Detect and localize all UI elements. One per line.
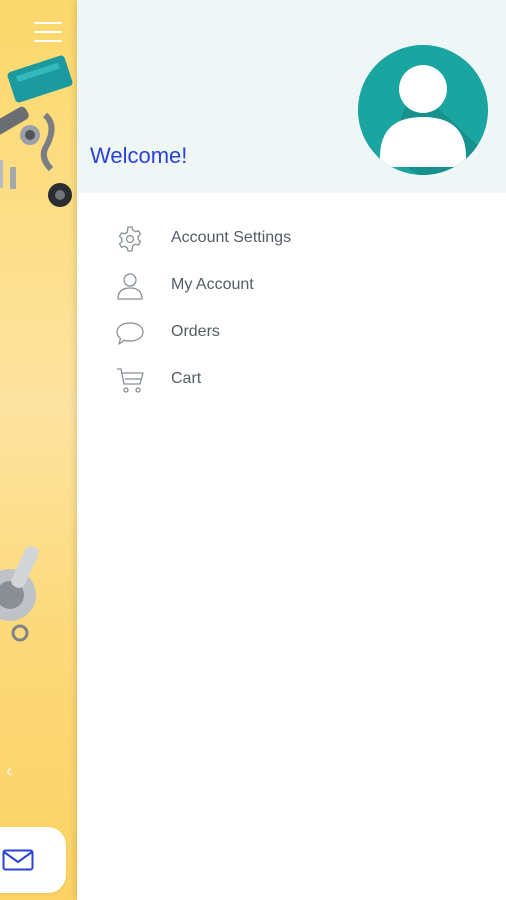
background-app: ‹ xyxy=(0,0,77,900)
menu-item-cart[interactable]: Cart xyxy=(77,356,506,403)
engine-part-image xyxy=(0,546,39,642)
menu-icon[interactable] xyxy=(34,20,62,44)
navigation-drawer: Welcome! Account Settings My Account Ord… xyxy=(77,0,506,900)
drawer-menu: Account Settings My Account Orders Cart xyxy=(77,215,506,403)
contact-tab[interactable] xyxy=(0,827,66,893)
menu-item-orders[interactable]: Orders xyxy=(77,309,506,356)
user-avatar-icon xyxy=(358,45,488,175)
welcome-text: Welcome! xyxy=(90,143,188,168)
menu-item-label: My Account xyxy=(171,276,254,293)
avatar[interactable] xyxy=(358,45,488,175)
menu-item-label: Account Settings xyxy=(171,229,292,246)
chat-bubble-icon xyxy=(116,322,144,345)
user-icon xyxy=(117,273,143,300)
menu-item-my-account[interactable]: My Account xyxy=(77,262,506,309)
cart-icon xyxy=(117,368,144,393)
menu-item-account-settings[interactable]: Account Settings xyxy=(77,215,506,262)
mail-icon xyxy=(2,849,34,871)
drawer-header: Welcome! xyxy=(77,0,506,193)
auto-parts-image xyxy=(0,55,73,207)
menu-item-label: Orders xyxy=(171,323,220,340)
menu-item-label: Cart xyxy=(171,370,202,387)
gear-icon xyxy=(118,226,142,252)
chevron-left-icon[interactable]: ‹ xyxy=(6,760,13,783)
